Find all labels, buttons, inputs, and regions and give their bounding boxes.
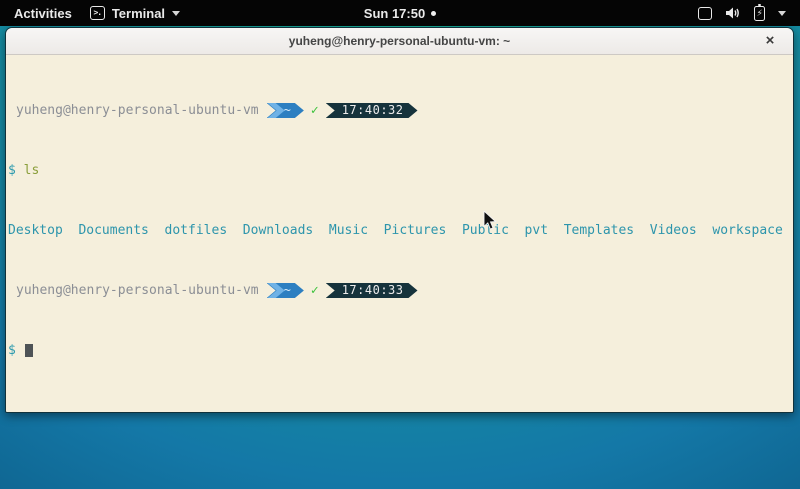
clock-button[interactable]: Sun 17:50 [364,6,425,21]
input-line: $ [8,343,793,358]
prompt-symbol: $ [8,343,16,358]
checkmark-icon: ✓ [311,283,319,298]
prompt-user: yuheng@henry-personal-ubuntu-vm [16,103,259,118]
terminal-app-icon: >. [90,6,105,20]
mouse-pointer-icon [483,211,497,236]
window-title: yuheng@henry-personal-ubuntu-vm: ~ [289,34,510,48]
checkmark-icon: ✓ [311,103,319,118]
prompt-time: 17:40:32 [342,103,404,118]
prompt-path-segment: ~ [267,103,304,118]
prompt-user: yuheng@henry-personal-ubuntu-vm [16,283,259,298]
prompt-line: yuheng@henry-personal-ubuntu-vm ~ ✓ 17:40:3… [8,103,793,118]
prompt-path-segment: ~ [267,283,304,298]
notification-dot-icon [431,11,436,16]
prompt-time: 17:40:33 [342,283,404,298]
command-text: ls [24,163,40,178]
chevron-down-icon [778,11,786,16]
prompt-time-segment: 17:40:33 [326,283,418,298]
window-titlebar[interactable]: yuheng@henry-personal-ubuntu-vm: ~ × [6,28,793,55]
screen-icon [698,7,712,20]
app-menu[interactable]: >. Terminal [90,6,180,21]
command-line: $ ls [8,163,793,178]
prompt-symbol: $ [8,163,16,178]
app-menu-label: Terminal [112,6,165,21]
volume-icon [725,6,741,20]
activities-button[interactable]: Activities [10,4,76,23]
terminal-cursor [25,344,33,357]
prompt-path: ~ [284,283,291,298]
system-status-menu[interactable]: ⚡ [698,6,800,21]
top-panel: Activities >. Terminal Sun 17:50 ⚡ [0,0,800,26]
terminal-content[interactable]: yuheng@henry-personal-ubuntu-vm ~ ✓ 17:40:3… [6,55,793,412]
prompt-line: yuheng@henry-personal-ubuntu-vm ~ ✓ 17:40:3… [8,283,793,298]
powerline-chevron-icon [268,283,285,298]
chevron-down-icon [172,11,180,16]
prompt-time-segment: 17:40:32 [326,103,418,118]
terminal-window: yuheng@henry-personal-ubuntu-vm: ~ × yuh… [5,27,794,413]
ls-output: Desktop Documents dotfiles Downloads Mus… [8,223,793,238]
powerline-chevron-icon [268,103,285,118]
battery-charging-icon: ⚡ [754,6,765,21]
prompt-path: ~ [284,103,291,118]
close-button[interactable]: × [761,32,779,50]
